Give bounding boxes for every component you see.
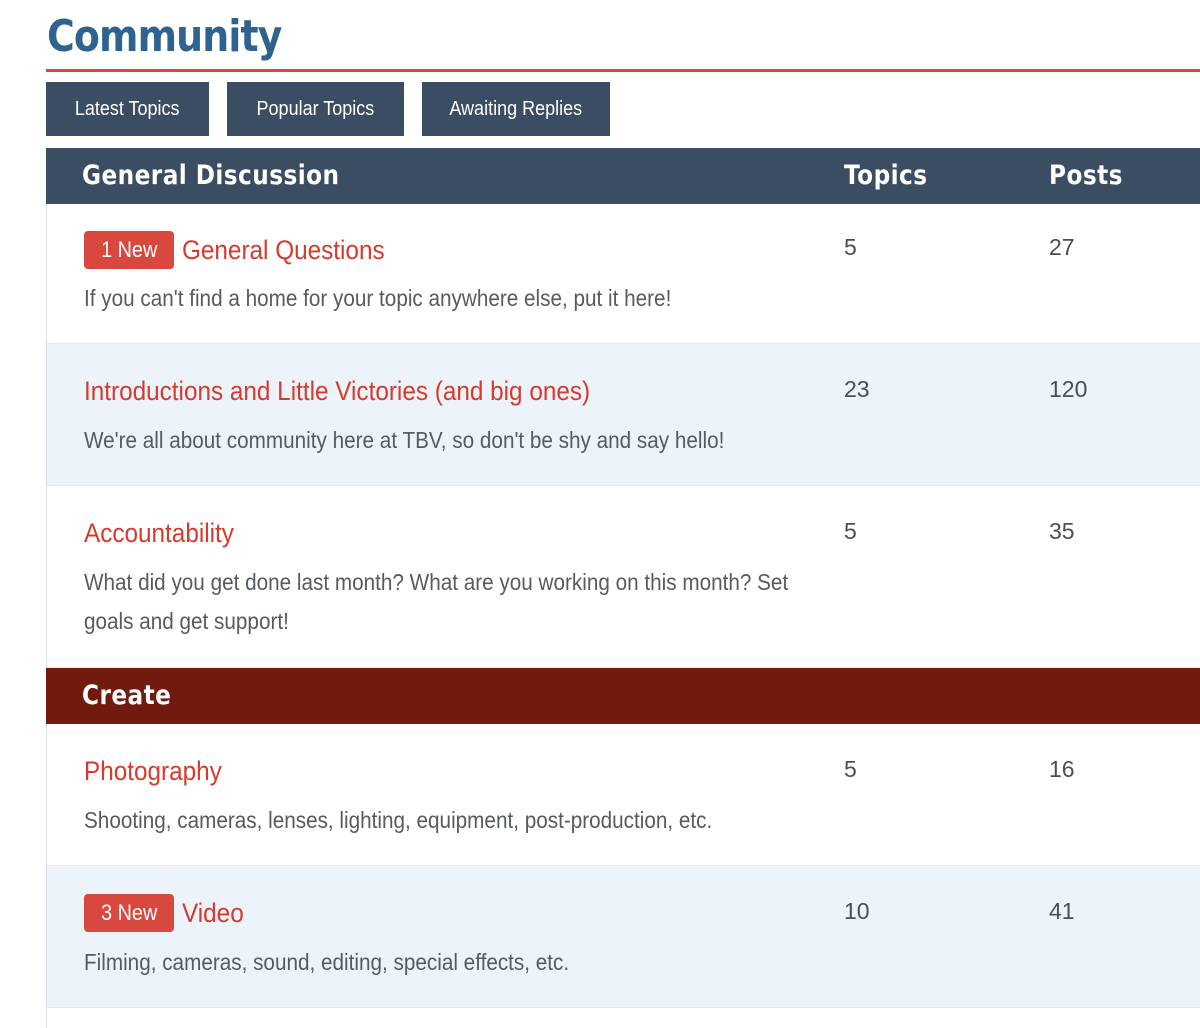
topic-count: 5 <box>844 518 857 544</box>
post-count: 35 <box>1049 518 1075 544</box>
forum-title-line: Introductions and Little Victories (and … <box>84 371 646 411</box>
tab-awaiting-replies[interactable]: Awaiting Replies <box>422 82 610 136</box>
section-header-create: Create <box>46 668 1200 724</box>
forum-link-accountability[interactable]: Accountability <box>84 518 234 549</box>
forum-description: We're all about community here at TBV, s… <box>84 427 725 453</box>
post-count: 27 <box>1049 234 1075 260</box>
new-topics-badge[interactable]: 3 New <box>84 894 175 932</box>
forum-description: If you can't find a home for your topic … <box>84 285 672 311</box>
forum-description: Shooting, cameras, lenses, lighting, equ… <box>84 807 713 833</box>
tab-popular-topics-label: Popular Topics <box>256 98 375 120</box>
forum-title-line: Accountability <box>84 513 251 553</box>
tab-awaiting-replies-label: Awaiting Replies <box>449 98 583 120</box>
new-topics-badge[interactable]: 1 New <box>84 231 175 269</box>
forum-title-line: 3 New Video <box>84 893 251 933</box>
column-header-topics: Topics <box>844 160 928 191</box>
section-title: General Discussion <box>82 160 340 191</box>
topic-count: 23 <box>844 376 870 402</box>
forum-link-video[interactable]: Video <box>182 898 244 929</box>
post-count: 41 <box>1049 898 1075 924</box>
forum-link-general-questions[interactable]: General Questions <box>182 235 385 266</box>
section-header-general-discussion: General Discussion Topics Posts <box>46 148 1200 204</box>
forum-link-introductions[interactable]: Introductions and Little Victories (and … <box>84 376 590 407</box>
tab-latest-topics-label: Latest Topics <box>75 98 180 120</box>
forum-row: 1 New General Questions If you can't fin… <box>47 204 1200 344</box>
post-count: 16 <box>1049 756 1075 782</box>
topic-count: 5 <box>844 756 857 782</box>
forum-title-line: 1 New General Questions <box>84 230 407 270</box>
badge-label: 1 New <box>101 237 158 262</box>
section-title: Create <box>82 680 172 711</box>
title-underline <box>46 69 1200 72</box>
forum-row: Introductions and Little Victories (and … <box>47 344 1200 486</box>
forum-title-line: Photography <box>84 751 237 791</box>
topic-count: 5 <box>844 234 857 260</box>
tab-popular-topics[interactable]: Popular Topics <box>227 82 404 136</box>
column-header-posts: Posts <box>1049 160 1123 191</box>
forum-description: Filming, cameras, sound, editing, specia… <box>84 949 570 975</box>
post-count: 120 <box>1049 376 1088 402</box>
forum-row: 3 New Video Filming, cameras, sound, edi… <box>47 866 1200 1008</box>
badge-label: 3 New <box>101 900 158 925</box>
forum-row: Accountability What did you get done las… <box>47 486 1200 668</box>
forum-link-photography[interactable]: Photography <box>84 756 222 787</box>
page-title: Community <box>47 11 282 62</box>
forum-row: Photography Shooting, cameras, lenses, l… <box>47 724 1200 866</box>
tab-latest-topics[interactable]: Latest Topics <box>46 82 209 136</box>
forum-description: What did you get done last month? What a… <box>84 569 789 634</box>
topic-count: 10 <box>844 898 870 924</box>
